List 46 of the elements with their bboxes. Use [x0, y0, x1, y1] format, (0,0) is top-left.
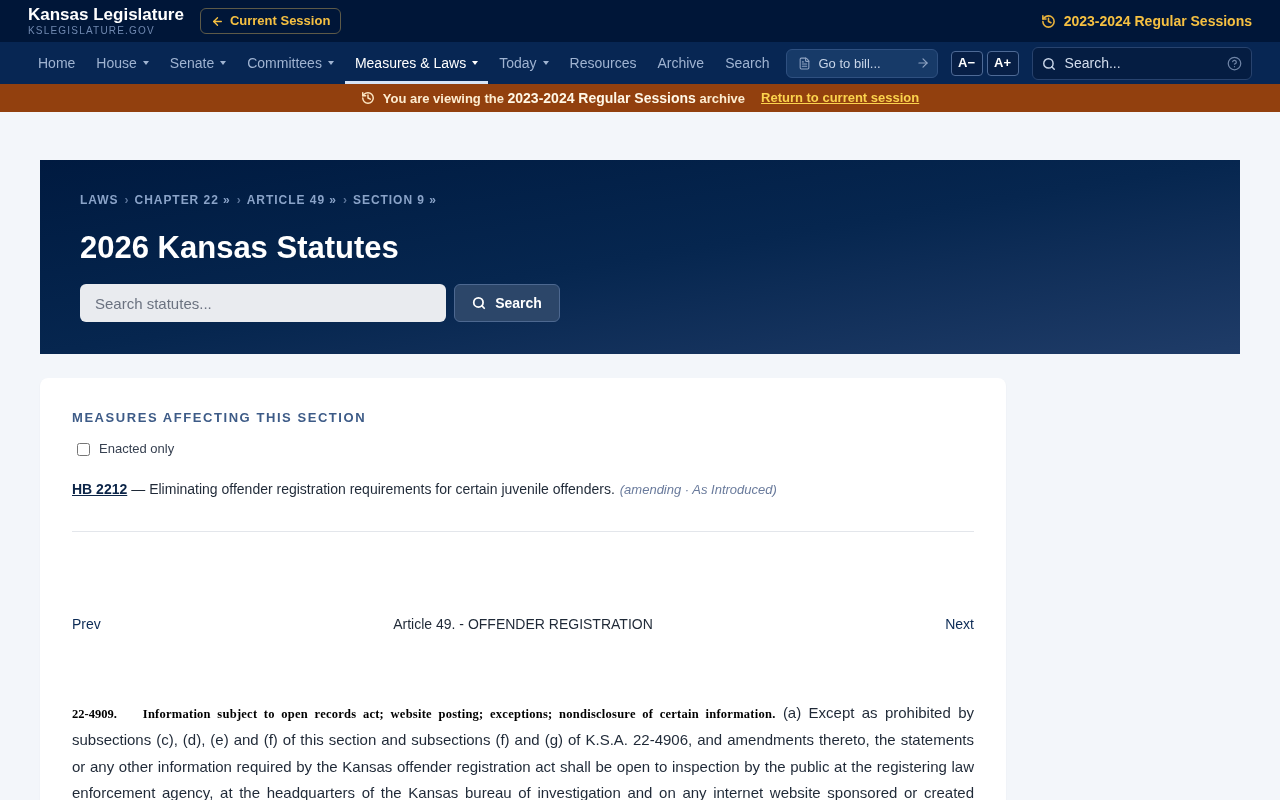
section-heading: MEASURES AFFECTING THIS SECTION	[72, 409, 367, 427]
nav-item[interactable]: Committees	[237, 42, 344, 84]
breadcrumb-link[interactable]: SECTION 9 »	[352, 192, 437, 208]
arrow-right-icon	[915, 55, 930, 70]
font-size-button[interactable]: A+	[986, 50, 1019, 76]
site-domain: KSLEGISLATURE.GOV	[28, 25, 156, 37]
article-title: Article 49. - OFFENDER REGISTRATION	[393, 614, 653, 634]
breadcrumb-link[interactable]: LAWS	[80, 192, 119, 208]
breadcrumb-link[interactable]: ARTICLE 49 »	[246, 192, 337, 208]
measure-status: (amending · As Introduced)	[619, 481, 777, 499]
current-session-button[interactable]: Current Session	[199, 8, 342, 34]
return-link[interactable]: Return to current session	[761, 88, 920, 108]
nav-item[interactable]: Home	[28, 42, 86, 84]
search-icon	[472, 296, 487, 310]
search-icon	[1041, 56, 1056, 71]
nav-item[interactable]: House	[86, 42, 159, 84]
bill-link[interactable]: HB 2212	[72, 479, 128, 500]
measure-description: — Eliminating offender registration requirements for certain juvenile offenders.	[131, 480, 615, 499]
prev-link[interactable]: Prev	[72, 613, 101, 635]
site-title[interactable]: Kansas Legislature	[28, 5, 184, 25]
font-size-button[interactable]: A−	[950, 50, 983, 76]
history-icon	[360, 91, 375, 105]
document-icon	[797, 56, 811, 70]
page-title: 2026 Kansas Statutes	[80, 230, 399, 266]
session-label: 2023-2024 Regular Sessions	[1063, 11, 1252, 31]
checkbox-label: Enacted only	[99, 440, 175, 459]
nav-item[interactable]: Archive	[647, 42, 715, 84]
nav-item[interactable]: Senate	[159, 42, 237, 84]
search-field[interactable]: Search...	[1031, 46, 1252, 80]
breadcrumb-link[interactable]: CHAPTER 22 »	[134, 192, 231, 208]
next-link[interactable]: Next	[945, 613, 974, 635]
nav-item[interactable]: Resources	[559, 42, 647, 84]
help-icon[interactable]	[1227, 55, 1242, 71]
go-to-bill-field[interactable]: Go to bill...	[785, 48, 938, 78]
breadcrumb-separator: ›	[124, 192, 129, 208]
archive-message: You are viewing the 2023-2024 Regular Sessions archive	[382, 88, 745, 108]
breadcrumb-separator: ›	[236, 192, 241, 208]
statute-search-field[interactable]: Search statutes...	[80, 284, 446, 322]
nav-item[interactable]: Measures & Laws	[344, 42, 489, 84]
enacted-only-checkbox[interactable]	[77, 442, 90, 456]
search-button[interactable]: Search	[454, 284, 560, 322]
nav-item[interactable]: Search	[715, 42, 780, 84]
arrow-left-icon	[210, 14, 224, 28]
breadcrumb-separator: ›	[342, 192, 347, 208]
nav-item[interactable]: Today	[489, 42, 559, 84]
history-icon	[1040, 13, 1056, 29]
